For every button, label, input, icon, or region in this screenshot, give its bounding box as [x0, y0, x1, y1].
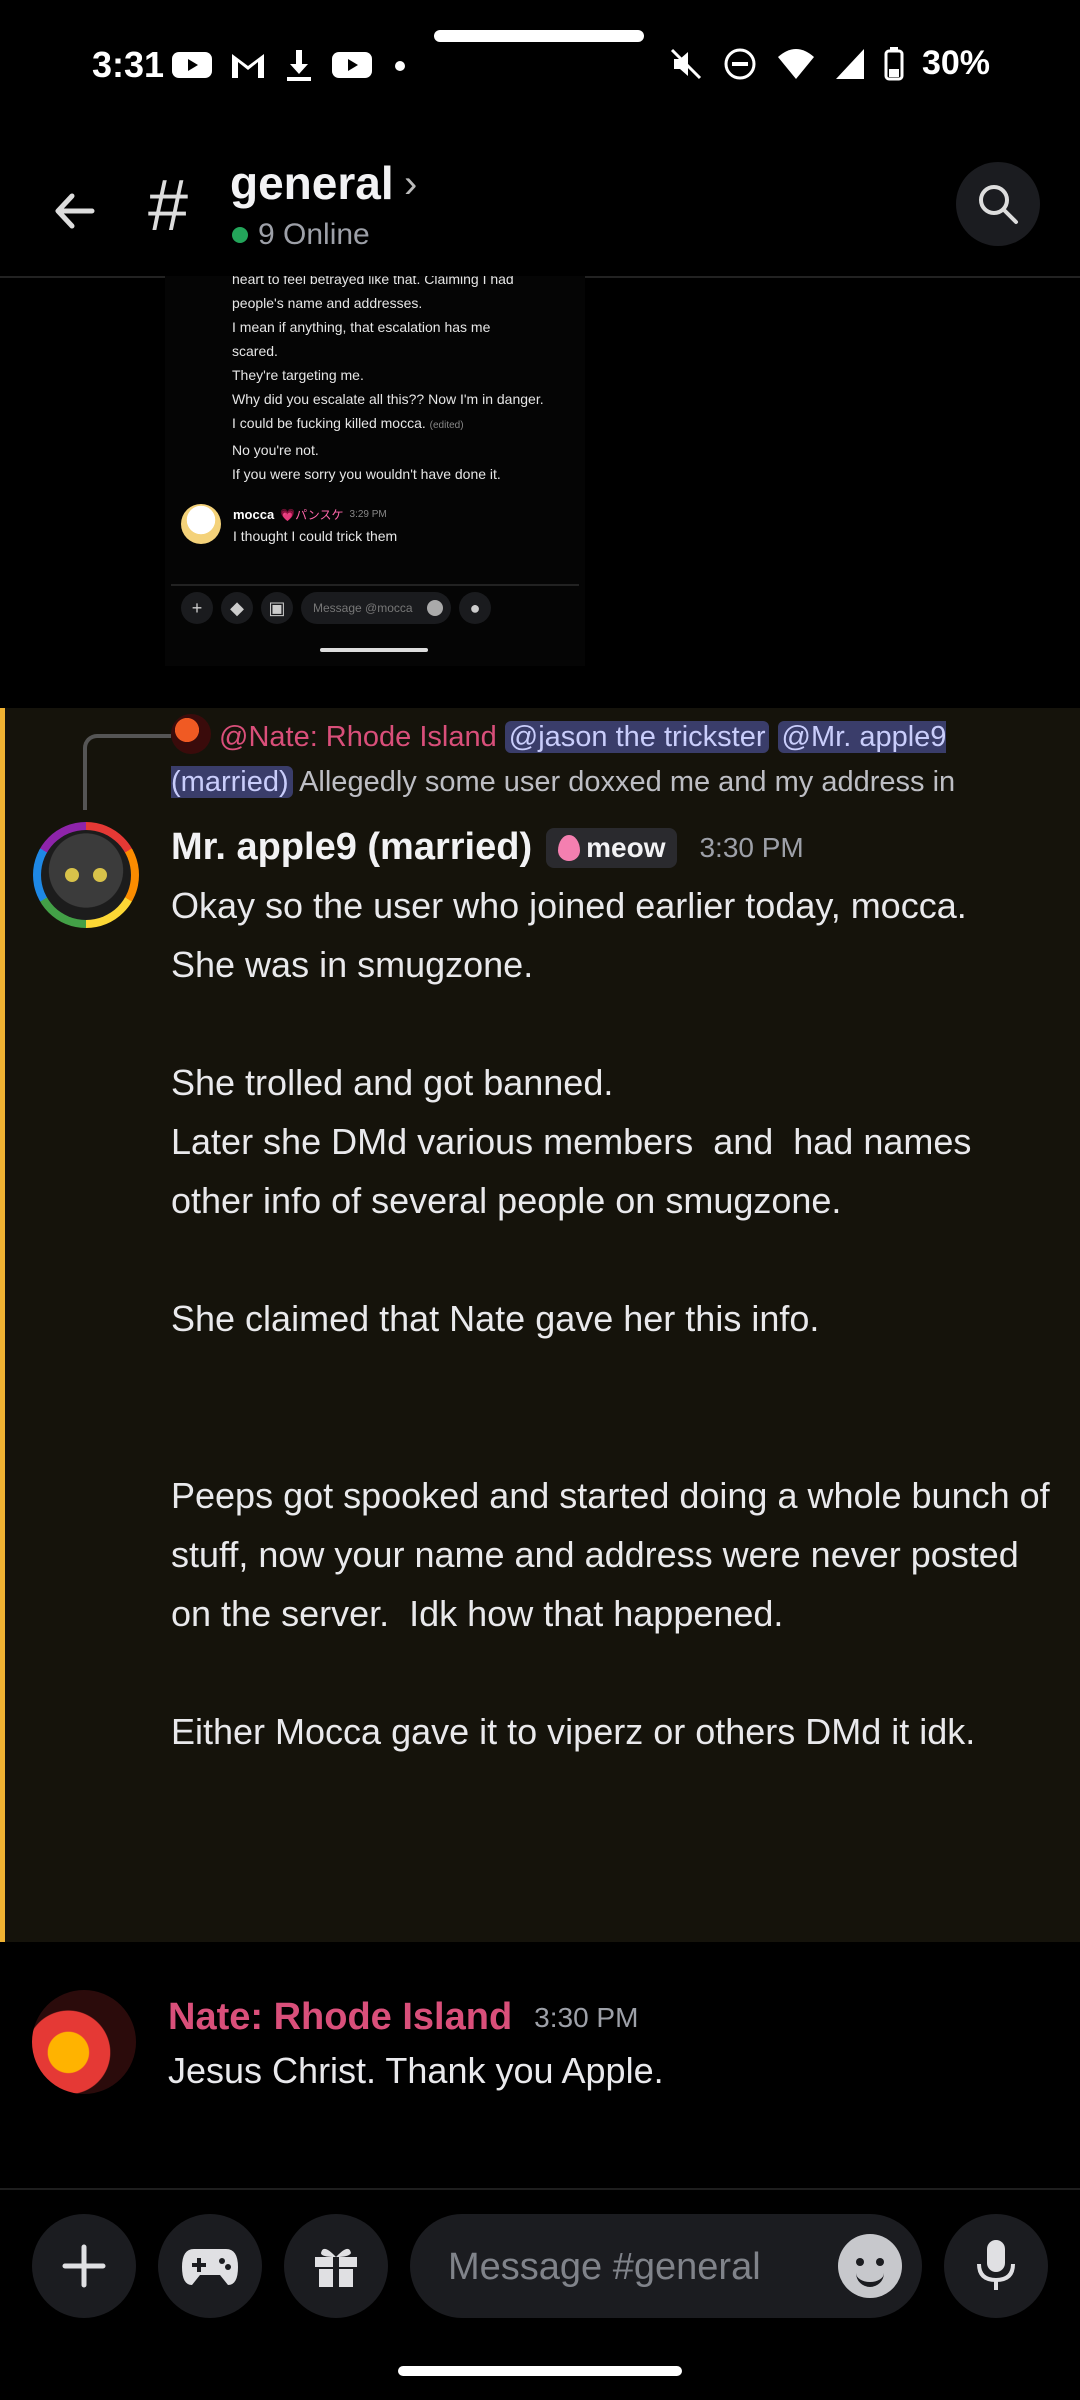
emoji-eye: [876, 2258, 884, 2266]
message-author[interactable]: Nate: Rhode Island: [168, 1996, 512, 2039]
embedded-composer: + ◆ ▣ Message @mocca ●: [181, 592, 491, 624]
embedded-line: They're targeting me.: [232, 367, 364, 383]
message-timestamp: 3:30 PM: [534, 2001, 639, 2033]
message-input[interactable]: [446, 2240, 810, 2294]
embedded-line: Why did you escalate all this?? Now I'm …: [232, 391, 544, 407]
embedded-line: I mean if anything, that escalation has …: [232, 319, 491, 335]
home-indicator[interactable]: [398, 2366, 682, 2376]
microphone-icon: [977, 2240, 1015, 2290]
embedded-line-text: I could be fucking killed mocca.: [232, 415, 426, 431]
embedded-timestamp: 3:29 PM: [349, 509, 387, 520]
embedded-chat-lines: heart to feel betrayed like that. Claimi…: [232, 276, 582, 489]
emoji-eye: [856, 2258, 864, 2266]
youtube-icon: [332, 52, 372, 78]
status-time: 3:31: [92, 44, 165, 85]
guild-tag[interactable]: meow: [546, 827, 678, 868]
reply-preview[interactable]: @Nate: Rhode Island @jason the trickster…: [171, 714, 1051, 805]
message-header: Mr. apple9 (married) meow 3:30 PM: [171, 826, 804, 869]
message-header: Nate: Rhode Island 3:30 PM: [168, 1996, 638, 2039]
arrow-left-icon: [55, 193, 95, 229]
emoji-icon: [427, 600, 443, 616]
battery-icon: [884, 46, 904, 80]
mute-icon: [670, 48, 701, 79]
channel-name[interactable]: general: [230, 156, 394, 210]
gift-icon: [315, 2248, 357, 2287]
gmail-icon: [232, 54, 264, 78]
embedded-divider: [171, 584, 579, 586]
youtube-icon: [172, 52, 212, 78]
embedded-line: scared.: [232, 343, 278, 359]
gamepad-icon: [182, 2249, 238, 2285]
system-icons: 30%: [668, 44, 990, 83]
emoji-mouth: [856, 2270, 884, 2287]
plus-icon: [62, 2244, 106, 2288]
image-attachment[interactable]: heart to feel betrayed like that. Claimi…: [165, 276, 585, 666]
status-bar: 3:31 30%: [0, 0, 1080, 130]
activities-button[interactable]: [158, 2214, 262, 2318]
mention-jason[interactable]: @jason the trickster: [504, 721, 770, 753]
reply-connector: [83, 734, 171, 810]
back-button[interactable]: [40, 176, 110, 246]
channel-header: # general › 9 Online: [0, 140, 1080, 278]
message-composer: [0, 2188, 1080, 2340]
reply-author[interactable]: @Nate: Rhode Island: [219, 721, 497, 753]
online-status: 9 Online: [232, 218, 370, 252]
embedded-user-tag: 💗パンスケ: [280, 508, 344, 522]
emoji-button[interactable]: [838, 2234, 902, 2298]
voice-message-button[interactable]: [944, 2214, 1048, 2318]
message-input-container[interactable]: [410, 2214, 922, 2318]
message-body: Okay so the user who joined earlier toda…: [171, 885, 1050, 1752]
message-body: Jesus Christ. Thank you Apple.: [168, 2050, 664, 2091]
edited-label: (edited): [429, 420, 464, 431]
avatar[interactable]: [32, 1990, 136, 2094]
embedded-username: mocca: [233, 507, 275, 522]
top-pill-indicator: [434, 30, 644, 42]
embedded-line: heart to feel betrayed like that. Claimi…: [232, 276, 514, 287]
battery-percent: 30%: [921, 44, 990, 82]
chevron-right-icon[interactable]: ›: [404, 162, 417, 207]
gift-button[interactable]: [284, 2214, 388, 2318]
avatar[interactable]: [33, 822, 139, 928]
embedded-avatar: [181, 504, 221, 544]
cat-avatar-image: [41, 830, 131, 920]
microphone-icon: ●: [459, 592, 491, 624]
embedded-message-input: Message @mocca: [301, 592, 451, 624]
hash-icon: #: [148, 166, 189, 246]
notification-icons: [172, 48, 410, 82]
reply-avatar: [171, 714, 211, 754]
online-count: 9 Online: [258, 218, 370, 251]
flame-icon: [558, 834, 581, 861]
download-icon: [287, 50, 311, 81]
add-attachment-button[interactable]: [32, 2214, 136, 2318]
signal-icon: [835, 48, 864, 79]
embedded-line: If you were sorry you wouldn't have done…: [232, 466, 501, 482]
dnd-icon: [724, 48, 756, 79]
embedded-line-edited: I could be fucking killed mocca. (edited…: [232, 414, 582, 435]
reply-text: Allegedly some user doxxed me and my add…: [292, 766, 956, 798]
highlighted-message[interactable]: @Nate: Rhode Island @jason the trickster…: [0, 708, 1080, 1942]
search-icon: [979, 185, 1018, 224]
search-button[interactable]: [956, 162, 1040, 246]
embedded-username-row: mocca 💗パンスケ 3:29 PM: [233, 506, 387, 523]
embedded-line: people's name and addresses.: [232, 295, 423, 311]
message-timestamp: 3:30 PM: [699, 831, 804, 863]
message-author[interactable]: Mr. apple9 (married): [171, 826, 532, 869]
wifi-icon: [777, 48, 814, 79]
gamepad-icon: ◆: [221, 592, 253, 624]
dot-icon: [395, 61, 405, 71]
embedded-line: No you're not.: [232, 442, 319, 458]
embedded-placeholder: Message @mocca: [313, 601, 413, 615]
avatar-eye: [93, 868, 107, 882]
embedded-home-indicator: [320, 648, 428, 652]
plus-icon: +: [181, 592, 213, 624]
guild-tag-label: meow: [586, 831, 666, 863]
embedded-message: I thought I could trick them: [233, 528, 398, 544]
online-dot-icon: [232, 227, 248, 243]
gift-icon: ▣: [261, 592, 293, 624]
avatar-eye: [65, 868, 79, 882]
